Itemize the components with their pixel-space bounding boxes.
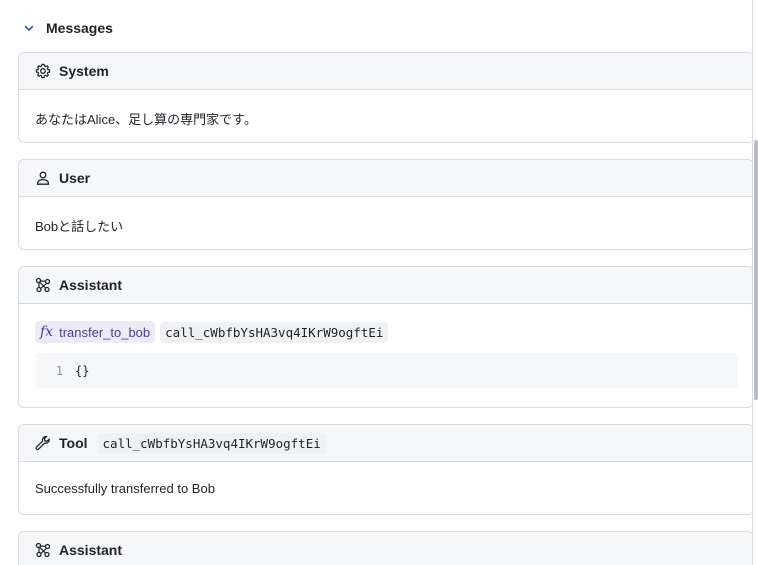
card-header: User <box>19 160 752 197</box>
card-header: Tool call_cWbfbYsHA3vq4IKrW9ogftEi <box>19 425 752 462</box>
message-card-user: User Bobと話したい <box>18 159 752 250</box>
message-content: あなたはAlice、足し算の専門家です。 <box>35 112 257 127</box>
function-name: transfer_to_bob <box>59 324 151 340</box>
card-header: Assistant <box>19 267 752 304</box>
message-role: Assistant <box>59 277 123 293</box>
card-header: Assistant <box>19 532 752 565</box>
function-icon: fx <box>40 324 54 340</box>
line-number: 1 <box>55 363 63 378</box>
message-card-tool: Tool call_cWbfbYsHA3vq4IKrW9ogftEi Succe… <box>18 424 752 515</box>
message-role: System <box>59 63 109 79</box>
gear-icon <box>35 63 51 79</box>
function-name-chip[interactable]: fx transfer_to_bob <box>35 321 156 343</box>
card-header: System <box>19 53 752 90</box>
tool-call-row: fx transfer_to_bob call_cWbfbYsHA3vq4IKr… <box>35 321 389 343</box>
message-role: Tool <box>59 435 88 451</box>
tool-call-id: call_cWbfbYsHA3vq4IKrW9ogftEi <box>97 432 326 454</box>
code-line: {} <box>75 363 90 378</box>
assistant-icon <box>35 542 51 558</box>
chevron-down-icon <box>22 21 36 35</box>
message-card-assistant: Assistant fx transfer_to_bob call_cWbfbY… <box>18 266 752 408</box>
assistant-icon <box>35 277 51 293</box>
message-content: Bobと話したい <box>35 219 124 234</box>
message-card-assistant: Assistant <box>18 531 752 565</box>
code-block: 1 {} <box>35 353 738 388</box>
section-title: Messages <box>46 20 113 36</box>
messages-panel: Messages System あなたはAlice、足し算の専門家です。 Use… <box>0 0 752 565</box>
message-content: Successfully transferred to Bob <box>35 481 215 496</box>
wrench-icon <box>35 435 51 451</box>
message-role: Assistant <box>59 542 123 558</box>
user-icon <box>35 170 51 186</box>
message-card-system: System あなたはAlice、足し算の専門家です。 <box>18 52 752 143</box>
message-role: User <box>59 170 91 186</box>
tool-call-id: call_cWbfbYsHA3vq4IKrW9ogftEi <box>160 321 389 343</box>
scrollbar-thumb[interactable] <box>754 140 758 400</box>
messages-section-toggle[interactable]: Messages <box>22 17 113 39</box>
